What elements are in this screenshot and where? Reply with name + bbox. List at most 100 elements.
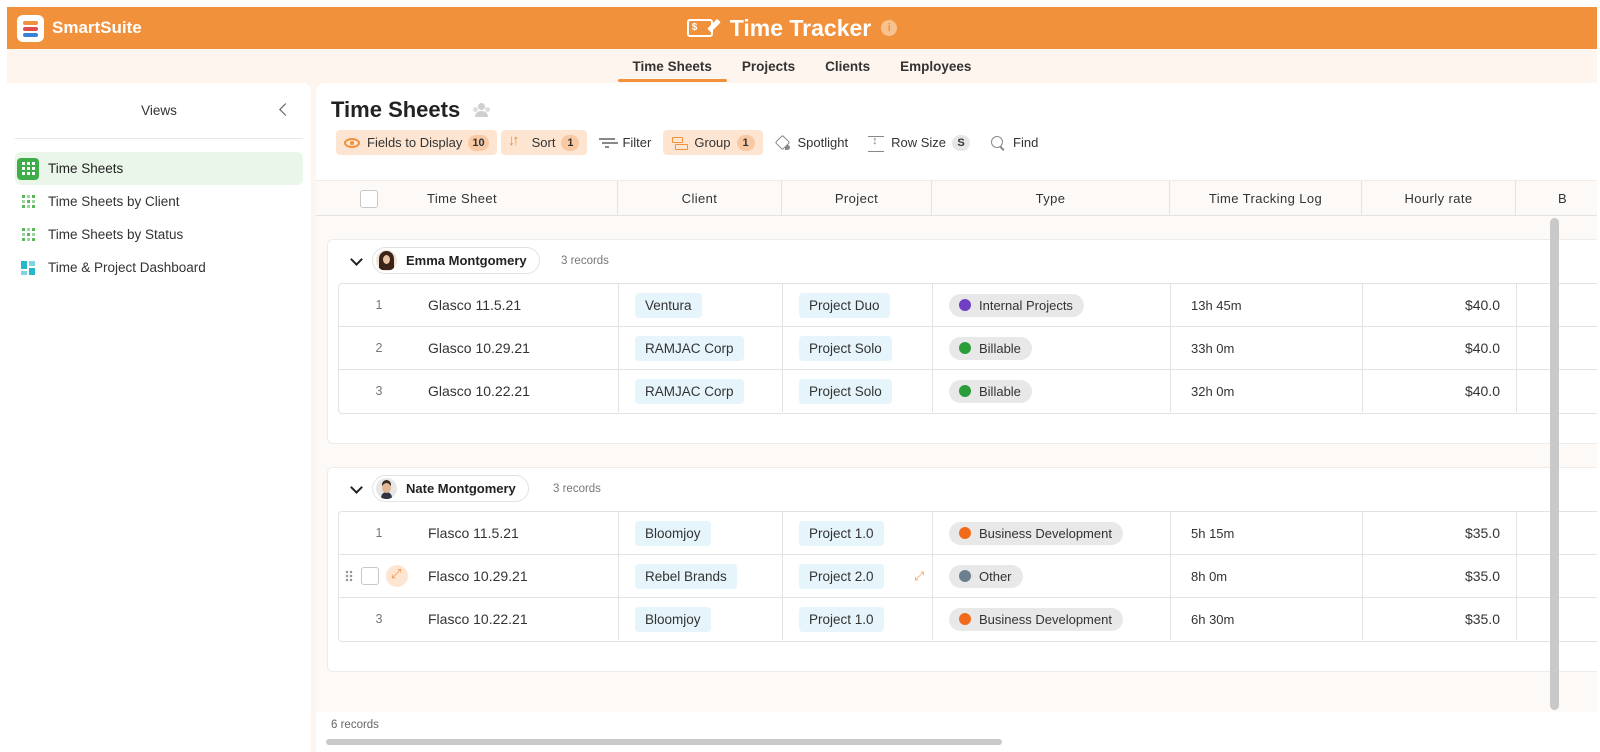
- cell-project[interactable]: Project 1.0: [783, 512, 933, 554]
- cell-hourly-rate[interactable]: $40.0: [1363, 284, 1517, 326]
- cell-time-log[interactable]: 13h 45m: [1171, 284, 1363, 326]
- fields-to-display-button[interactable]: Fields to Display 10: [336, 130, 497, 155]
- cell-client[interactable]: Bloomjoy: [619, 598, 783, 640]
- client-tag[interactable]: Rebel Brands: [635, 563, 737, 589]
- client-tag[interactable]: Bloomjoy: [635, 520, 711, 546]
- cell-type[interactable]: Internal Projects: [933, 284, 1171, 326]
- group-icon: [671, 135, 689, 151]
- group-assignee-chip[interactable]: Emma Montgomery: [372, 247, 540, 274]
- find-label: Find: [1013, 135, 1039, 150]
- cell-time-sheet[interactable]: Flasco 11.5.21: [419, 512, 619, 554]
- group-record-count: 3 records: [561, 255, 609, 267]
- vertical-scrollbar[interactable]: [1550, 218, 1559, 710]
- tab-clients[interactable]: Clients: [810, 50, 885, 82]
- cell-time-log[interactable]: 5h 15m: [1171, 512, 1363, 554]
- select-all-checkbox[interactable]: [360, 190, 378, 208]
- column-header-time-tracking-log[interactable]: Time Tracking Log: [1170, 181, 1362, 216]
- chevron-left-icon[interactable]: [279, 103, 289, 117]
- cell-project[interactable]: Project Solo: [783, 327, 933, 369]
- horizontal-scrollbar[interactable]: [326, 739, 1002, 745]
- spotlight-button[interactable]: Spotlight: [767, 130, 857, 155]
- column-header-time-sheet[interactable]: Time Sheet: [418, 181, 618, 216]
- cell-time-sheet[interactable]: Glasco 10.29.21: [419, 327, 619, 369]
- chevron-down-icon[interactable]: [350, 253, 363, 266]
- cell-project[interactable]: Project Solo: [783, 370, 933, 412]
- cell-client[interactable]: Ventura: [619, 284, 783, 326]
- project-tag[interactable]: Project 2.0: [799, 563, 884, 589]
- cell-time-sheet[interactable]: Flasco 10.29.21: [419, 555, 619, 597]
- group-rows: 1 Glasco 11.5.21 Ventura Project Duo Int…: [338, 283, 1597, 414]
- cell-project[interactable]: Project 2.0 ⤢: [783, 555, 933, 597]
- type-pill: Billable: [949, 336, 1032, 360]
- cell-time-log[interactable]: 33h 0m: [1171, 327, 1363, 369]
- column-header-next[interactable]: B: [1516, 181, 1596, 216]
- type-pill: Business Development: [949, 521, 1123, 545]
- column-header-type[interactable]: Type: [932, 181, 1170, 216]
- cell-hourly-rate[interactable]: $35.0: [1363, 598, 1517, 640]
- client-tag[interactable]: Ventura: [635, 292, 702, 318]
- tab-employees[interactable]: Employees: [885, 50, 986, 82]
- view-item-time-sheets-by-client[interactable]: Time Sheets by Client: [15, 185, 303, 218]
- column-header-client[interactable]: Client: [618, 181, 782, 216]
- cell-client[interactable]: RAMJAC Corp: [619, 370, 783, 412]
- sort-button[interactable]: Sort 1: [500, 130, 588, 155]
- table-row[interactable]: 3 Flasco 10.22.21 Bloomjoy Project 1.0 B…: [339, 598, 1597, 641]
- table-row[interactable]: 3 Glasco 10.22.21 RAMJAC Corp Project So…: [339, 370, 1597, 413]
- app-title: Time Tracker: [729, 14, 872, 41]
- cell-hourly-rate[interactable]: $40.0: [1363, 327, 1517, 369]
- cell-type[interactable]: Billable: [933, 370, 1171, 412]
- column-header-project[interactable]: Project: [782, 181, 932, 216]
- client-tag[interactable]: RAMJAC Corp: [635, 335, 744, 361]
- table-row[interactable]: 1 Flasco 11.5.21 Bloomjoy Project 1.0 Bu…: [339, 512, 1597, 555]
- cell-type[interactable]: Billable: [933, 327, 1171, 369]
- column-header-hourly-rate[interactable]: Hourly rate: [1362, 181, 1516, 216]
- filter-button[interactable]: Filter: [591, 130, 659, 155]
- cell-time-log[interactable]: 32h 0m: [1171, 370, 1363, 412]
- type-label: Internal Projects: [979, 297, 1073, 313]
- project-tag[interactable]: Project 1.0: [799, 606, 884, 632]
- cell-hourly-rate[interactable]: $35.0: [1363, 512, 1517, 554]
- cell-hourly-rate[interactable]: $40.0: [1363, 370, 1517, 412]
- tab-time-sheets[interactable]: Time Sheets: [617, 50, 728, 82]
- tab-projects[interactable]: Projects: [727, 50, 810, 82]
- cell-type[interactable]: Business Development: [933, 512, 1171, 554]
- project-tag[interactable]: Project 1.0: [799, 520, 884, 546]
- expand-record-icon[interactable]: [386, 565, 408, 587]
- cell-time-sheet[interactable]: Glasco 11.5.21: [419, 284, 619, 326]
- cell-time-sheet[interactable]: Glasco 10.22.21: [419, 370, 619, 412]
- find-button[interactable]: Find: [982, 130, 1046, 155]
- cell-hourly-rate[interactable]: $35.0: [1363, 555, 1517, 597]
- drag-handle-icon[interactable]: [345, 570, 353, 582]
- group-assignee-chip[interactable]: Nate Montgomery: [372, 475, 529, 502]
- view-item-dashboard[interactable]: Time & Project Dashboard: [15, 251, 303, 284]
- cell-time-log[interactable]: 6h 30m: [1171, 598, 1363, 640]
- expand-cell-icon[interactable]: ⤢: [914, 569, 924, 584]
- table-row-hovered[interactable]: Flasco 10.29.21 Rebel Brands Project 2.0…: [339, 555, 1597, 598]
- cell-client[interactable]: Rebel Brands: [619, 555, 783, 597]
- cell-time-log[interactable]: 8h 0m: [1171, 555, 1363, 597]
- cell-type[interactable]: Other: [933, 555, 1171, 597]
- row-size-button[interactable]: Row Size S: [860, 130, 978, 155]
- table-row[interactable]: 1 Glasco 11.5.21 Ventura Project Duo Int…: [339, 284, 1597, 327]
- view-item-time-sheets-by-status[interactable]: Time Sheets by Status: [15, 218, 303, 251]
- column-header-row: Time Sheet Client Project Type Time Trac…: [316, 181, 1597, 216]
- group-button[interactable]: Group 1: [663, 130, 763, 155]
- client-tag[interactable]: Bloomjoy: [635, 606, 711, 632]
- cell-project[interactable]: Project 1.0: [783, 598, 933, 640]
- info-icon[interactable]: i: [881, 20, 898, 36]
- record-group: Nate Montgomery 3 records 1 Flasco 11.5.…: [327, 467, 1597, 672]
- chevron-down-icon[interactable]: [350, 481, 363, 494]
- cell-type[interactable]: Business Development: [933, 598, 1171, 640]
- cell-client[interactable]: Bloomjoy: [619, 512, 783, 554]
- project-tag[interactable]: Project Duo: [799, 292, 890, 318]
- table-row[interactable]: 2 Glasco 10.29.21 RAMJAC Corp Project So…: [339, 327, 1597, 370]
- client-tag[interactable]: RAMJAC Corp: [635, 378, 744, 404]
- cell-project[interactable]: Project Duo: [783, 284, 933, 326]
- cell-client[interactable]: RAMJAC Corp: [619, 327, 783, 369]
- project-tag[interactable]: Project Solo: [799, 335, 892, 361]
- people-icon[interactable]: [472, 102, 492, 118]
- view-item-time-sheets[interactable]: Time Sheets: [15, 152, 303, 185]
- row-checkbox[interactable]: [361, 567, 379, 585]
- project-tag[interactable]: Project Solo: [799, 378, 892, 404]
- cell-time-sheet[interactable]: Flasco 10.22.21: [419, 598, 619, 640]
